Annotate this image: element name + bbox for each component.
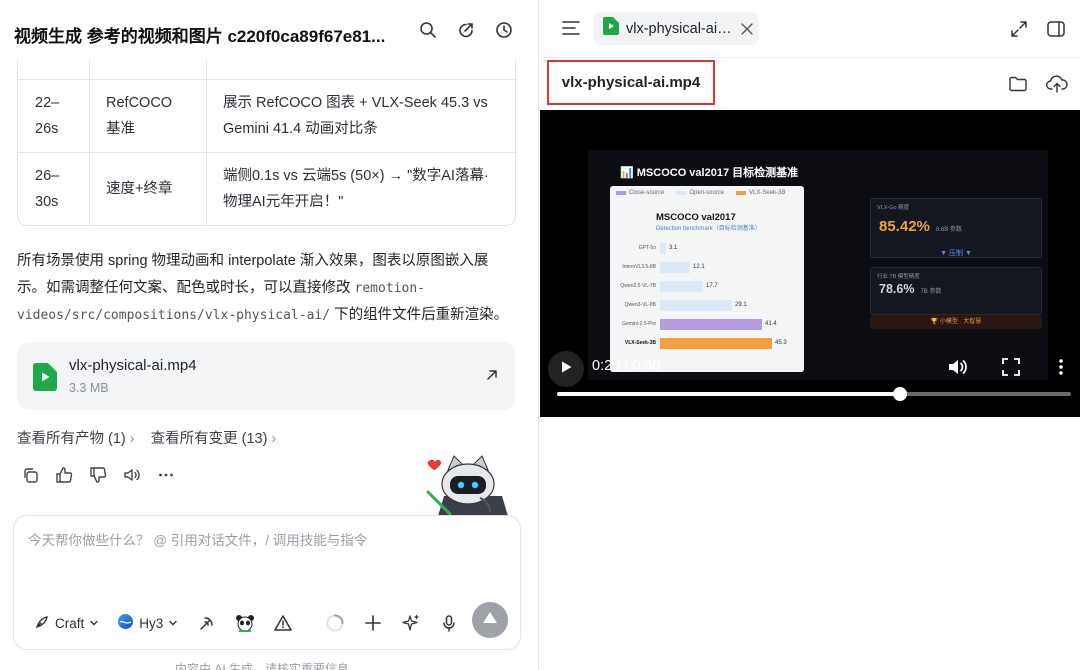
mode-selector[interactable]: Craft — [34, 614, 99, 633]
artifact-links: 查看所有产物 (1) › 查看所有变更 (13) › — [17, 427, 276, 448]
thumbs-up-icon[interactable] — [54, 465, 74, 485]
arrow-up-icon — [482, 610, 498, 631]
file-name-label: vlx-physical-ai.mp4 — [547, 60, 715, 105]
progress-handle[interactable] — [892, 387, 907, 401]
craft-icon — [34, 614, 50, 633]
chevron-right-icon: › — [129, 431, 135, 447]
chart-bar-row: GPT-5o 3.1 — [612, 242, 802, 255]
chart-subtitle: Detection benchmark（目标检测基准） — [656, 226, 761, 232]
video-frame: 📊 MSCOCO val2017 目标检测基准 Close-source Ope… — [588, 150, 1048, 380]
open-arrow-icon[interactable] — [483, 366, 501, 384]
composer-placeholder: 今天帮你做些什么？ @ 引用对话文件，/ 调用技能与指令 — [28, 533, 368, 548]
play-button[interactable] — [548, 351, 584, 387]
fullscreen-icon[interactable] — [1000, 356, 1022, 378]
stat-card-industry: 行业 7B 模型精度 78.6% 7B 参数 — [870, 267, 1042, 315]
file-card[interactable]: vlx-physical-ai.mp4 3.3 MB — [17, 342, 515, 410]
video-file-icon — [33, 363, 57, 391]
chart-bar-row: Gemini-2.5-Pro 41.4 — [612, 318, 802, 331]
cloud-upload-icon[interactable] — [1046, 73, 1068, 95]
scene-cell: 速度+终章 — [90, 153, 207, 225]
tagline-bar: 🏆 小模型 · 大智慧 — [870, 315, 1042, 329]
tab-vlx-physical-ai[interactable]: vlx-physical-ai.mp4 — [593, 12, 759, 45]
chart-title: MSCOCO val2017 — [656, 212, 736, 223]
progress-track[interactable] — [557, 387, 1071, 401]
time-display: 0:20 / 0:30 — [592, 358, 661, 374]
sparkle-icon[interactable] — [400, 612, 422, 634]
send-button[interactable] — [472, 602, 508, 638]
volume-icon[interactable] — [946, 355, 970, 379]
chart-bar — [660, 262, 690, 273]
time-cell: 22– 26s — [18, 80, 90, 152]
chart-bar-row: InternVL3.5-8B 12.1 — [612, 261, 802, 274]
chart-bar — [660, 319, 762, 330]
compare-label: ▼ 压制 ▼ — [940, 250, 972, 257]
file-size: 3.3 MB — [69, 381, 109, 395]
chevron-down-icon — [168, 616, 178, 631]
chevron-down-icon — [89, 616, 99, 631]
speaker-icon[interactable] — [122, 465, 142, 485]
table-row: 26– 30s 速度+终章 端侧0.1s vs 云端5s (50×) → "数字… — [18, 152, 515, 225]
mascot-robot-cat-image — [418, 452, 510, 516]
chart-bar-row: VLX-Seek-3B 45.3 — [612, 337, 802, 350]
expand-icon[interactable] — [1009, 19, 1029, 39]
more-vertical-icon[interactable] — [1052, 356, 1070, 378]
model-globe-icon — [117, 613, 134, 633]
thumbs-down-icon[interactable] — [88, 465, 108, 485]
frame-title: 📊 MSCOCO val2017 目标检测基准 — [620, 167, 799, 179]
copy-icon[interactable] — [20, 465, 40, 485]
history-icon[interactable] — [492, 18, 516, 42]
share-icon[interactable] — [454, 18, 478, 42]
scene-table: 22– 26s RefCOCO 基准 展示 RefCOCO 图表 + VLX-S… — [17, 40, 516, 226]
chart-bar — [660, 338, 772, 349]
conversation-header: 视频生成 参考的视频和图片 c220f0ca89f67e81... — [0, 0, 538, 60]
summary-paragraph: 所有场景使用 spring 物理动画和 interpolate 渐入效果，图表以… — [17, 253, 509, 323]
message-composer[interactable]: 今天帮你做些什么？ @ 引用对话文件，/ 调用技能与指令 Craft Hy3 — [13, 515, 521, 650]
close-icon[interactable] — [740, 22, 754, 36]
tab-label: vlx-physical-ai.mp4 — [626, 20, 734, 37]
chart-bar-row: Qwen3-VL-8B 29.1 — [612, 299, 802, 312]
chevron-right-icon: › — [271, 431, 277, 447]
conversation-title: 视频生成 参考的视频和图片 c220f0ca89f67e81... — [14, 27, 386, 46]
play-icon — [559, 360, 573, 379]
sidebar-panel-icon[interactable] — [1046, 19, 1066, 39]
web-search-icon[interactable] — [196, 612, 218, 634]
preview-header: vlx-physical-ai.mp4 — [540, 0, 1080, 58]
chart-legend: Close-source Open-source VLX-Seek-3B — [616, 190, 785, 196]
content-cell: 端侧0.1s vs 云端5s (50×) → "数字AI落幕·物理AI元年开启！… — [223, 168, 489, 210]
panda-icon[interactable] — [234, 612, 256, 634]
view-all-artifacts-link[interactable]: 查看所有产物 (1) › — [17, 427, 135, 448]
composer-toolbar: Craft Hy3 — [34, 608, 508, 638]
menu-icon[interactable] — [560, 17, 582, 39]
chart-bar — [660, 281, 703, 292]
view-all-changes-link[interactable]: 查看所有变更 (13) › — [151, 427, 277, 448]
chart-bar — [660, 300, 732, 311]
video-file-icon — [603, 17, 619, 40]
chat-pane: 22– 26s RefCOCO 基准 展示 RefCOCO 图表 + VLX-S… — [0, 0, 539, 670]
video-player[interactable]: 📊 MSCOCO val2017 目标检测基准 Close-source Ope… — [540, 110, 1080, 417]
progress-fill — [557, 392, 900, 396]
more-horizontal-icon[interactable] — [156, 465, 176, 485]
warning-icon[interactable] — [272, 612, 294, 634]
chart-bar-row: Qwen2.5-VL-7B 17.7 — [612, 280, 802, 293]
chart-bar — [660, 243, 666, 254]
model-selector[interactable]: Hy3 — [117, 613, 178, 633]
file-name: vlx-physical-ai.mp4 — [69, 357, 197, 374]
loading-spinner-icon — [324, 612, 346, 634]
scene-cell: RefCOCO 基准 — [90, 80, 207, 152]
search-icon[interactable] — [416, 18, 440, 42]
message-actions — [20, 465, 176, 485]
folder-icon[interactable] — [1008, 74, 1028, 94]
time-cell: 26– 30s — [18, 153, 90, 225]
frame-chart: Close-source Open-source VLX-Seek-3B MSC… — [610, 186, 804, 372]
preview-pane: vlx-physical-ai.mp4 vlx-physical-ai.mp4 … — [540, 0, 1080, 670]
ai-disclaimer: 内容由 AI 生成，请核实重要信息 — [175, 662, 350, 670]
table-row: 22– 26s RefCOCO 基准 展示 RefCOCO 图表 + VLX-S… — [18, 79, 515, 152]
content-cell: 展示 RefCOCO 图表 + VLX-Seek 45.3 vs Gemini … — [223, 95, 488, 137]
microphone-icon[interactable] — [438, 612, 460, 634]
add-icon[interactable] — [362, 612, 384, 634]
